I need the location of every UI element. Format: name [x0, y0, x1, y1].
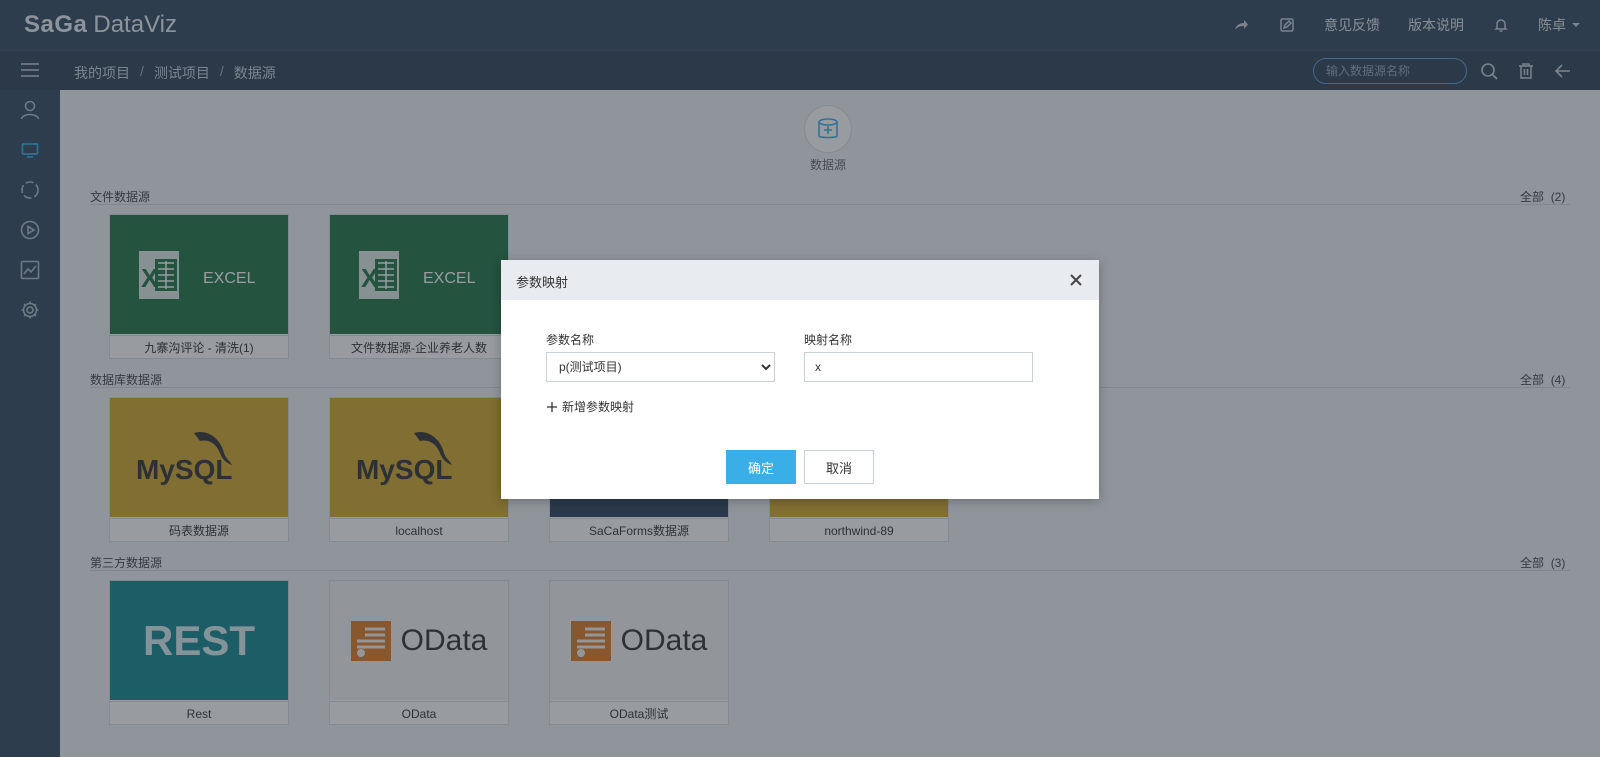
- mapping-name-input[interactable]: [804, 352, 1033, 382]
- mapping-name-label: 映射名称: [804, 333, 853, 347]
- cancel-button[interactable]: 取消: [804, 450, 874, 484]
- add-mapping-button[interactable]: 新增参数映射: [546, 398, 634, 415]
- param-mapping-dialog: 参数映射 参数名称 p(测试项目) 映射名称 新增参数映射 确定 取消: [501, 260, 1099, 499]
- param-name-select[interactable]: p(测试项目): [546, 352, 775, 382]
- add-mapping-label: 新增参数映射: [562, 400, 635, 414]
- confirm-button[interactable]: 确定: [726, 450, 796, 484]
- plus-icon: [547, 401, 557, 412]
- dialog-header: 参数映射: [501, 260, 1099, 300]
- close-icon[interactable]: [1067, 271, 1085, 289]
- param-name-label: 参数名称: [546, 333, 595, 347]
- dialog-title: 参数映射: [516, 275, 569, 290]
